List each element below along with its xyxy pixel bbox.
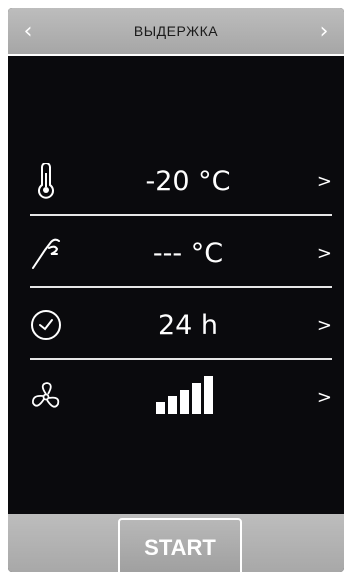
fan-bar-5 bbox=[204, 375, 213, 414]
start-button[interactable]: START bbox=[118, 518, 242, 572]
thermometer-icon bbox=[28, 163, 64, 199]
page-title: ВЫДЕРЖКА bbox=[133, 23, 219, 39]
temperature-value: -20 °C bbox=[145, 165, 231, 197]
chevron-right-icon: > bbox=[316, 242, 332, 264]
fan-icon bbox=[28, 379, 64, 415]
fan-speed-bars bbox=[156, 375, 213, 414]
device-screen: ‹ ВЫДЕРЖКА › -20 °C > --- °C > 24 h > > … bbox=[8, 8, 344, 572]
probe-temperature-value: --- °C bbox=[152, 237, 224, 269]
divider bbox=[30, 214, 332, 216]
setting-row-probe[interactable]: --- °C > bbox=[28, 222, 332, 284]
fan-bar-3 bbox=[180, 389, 189, 414]
fan-bar-4 bbox=[192, 382, 201, 414]
divider bbox=[30, 286, 332, 288]
probe-icon bbox=[28, 235, 64, 271]
setting-row-fan[interactable]: > bbox=[28, 366, 332, 428]
setting-row-time[interactable]: 24 h > bbox=[28, 294, 332, 356]
fan-bar-1 bbox=[156, 401, 165, 414]
fan-speed-indicator bbox=[64, 372, 312, 423]
next-button[interactable]: › bbox=[304, 8, 344, 54]
clock-icon bbox=[28, 307, 64, 343]
footer-bar: START bbox=[8, 514, 344, 572]
fan-bar-2 bbox=[168, 395, 177, 414]
header-bar: ‹ ВЫДЕРЖКА › bbox=[8, 8, 344, 56]
divider bbox=[30, 358, 332, 360]
time-value: 24 h bbox=[157, 309, 219, 341]
chevron-right-icon: › bbox=[319, 18, 329, 44]
chevron-right-icon: > bbox=[316, 386, 332, 408]
chevron-right-icon: > bbox=[316, 314, 332, 336]
chevron-left-icon: ‹ bbox=[23, 18, 33, 44]
chevron-right-icon: > bbox=[316, 170, 332, 192]
setting-row-temperature[interactable]: -20 °C > bbox=[28, 150, 332, 212]
previous-button[interactable]: ‹ bbox=[8, 8, 48, 54]
